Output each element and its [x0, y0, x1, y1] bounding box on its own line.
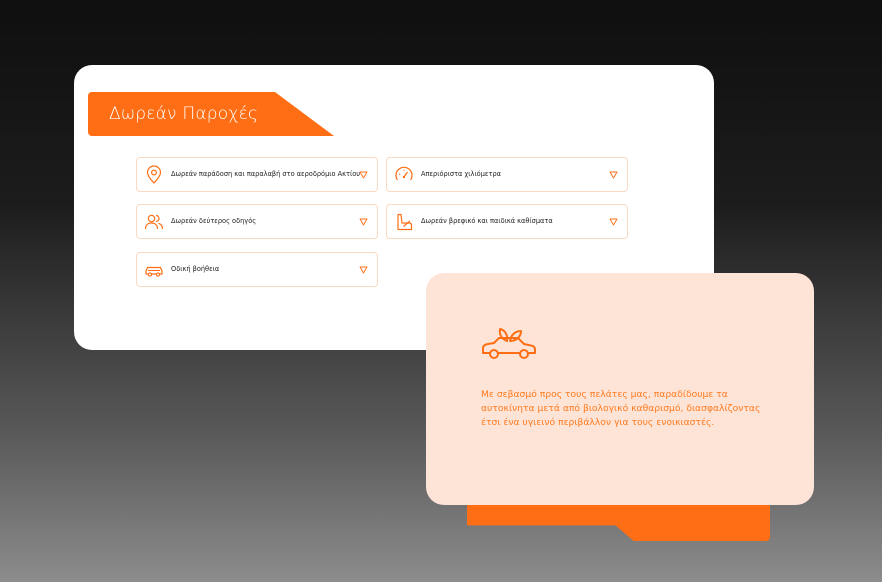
cleaning-info-text: Με σεβασμό προς τους πελάτες μας, παραδί…: [481, 389, 761, 428]
benefit-item-unlimited-km[interactable]: Απεριόριστα χιλιόμετρα: [386, 157, 628, 192]
speedometer-icon: [395, 166, 413, 181]
benefit-item-label: Οδική βοήθεια: [171, 265, 220, 273]
roadside-assistance-icon: [145, 266, 163, 277]
chevron-down-icon[interactable]: [609, 218, 618, 226]
car-seat-icon: [397, 213, 413, 231]
benefit-item-airport-delivery[interactable]: Δωρεάν παράδοση και παραλαβή στο αεροδρό…: [136, 157, 378, 192]
users-icon: [144, 214, 164, 230]
location-pin-icon: [146, 165, 162, 184]
benefit-item-child-seats[interactable]: Δωρεάν βρεφικό και παιδικά καθίσματα: [386, 204, 628, 239]
chevron-down-icon[interactable]: [359, 266, 368, 274]
chevron-down-icon[interactable]: [359, 171, 368, 179]
benefit-item-label: Δωρεάν παράδοση και παραλαβή στο αεροδρό…: [171, 170, 361, 178]
benefits-title: Δωρεάν Παροχές: [109, 104, 259, 124]
benefit-item-label: Δωρεάν δεύτερος οδηγός: [171, 217, 257, 225]
chevron-down-icon[interactable]: [609, 171, 618, 179]
benefit-item-label: Απεριόριστα χιλιόμετρα: [421, 170, 501, 178]
benefit-item-label: Δωρεάν βρεφικό και παιδικά καθίσματα: [421, 217, 553, 225]
benefit-item-roadside-assistance[interactable]: Οδική βοήθεια: [136, 252, 378, 287]
eco-car-icon: [482, 328, 536, 359]
chevron-down-icon[interactable]: [359, 218, 368, 226]
benefit-item-second-driver[interactable]: Δωρεάν δεύτερος οδηγός: [136, 204, 378, 239]
